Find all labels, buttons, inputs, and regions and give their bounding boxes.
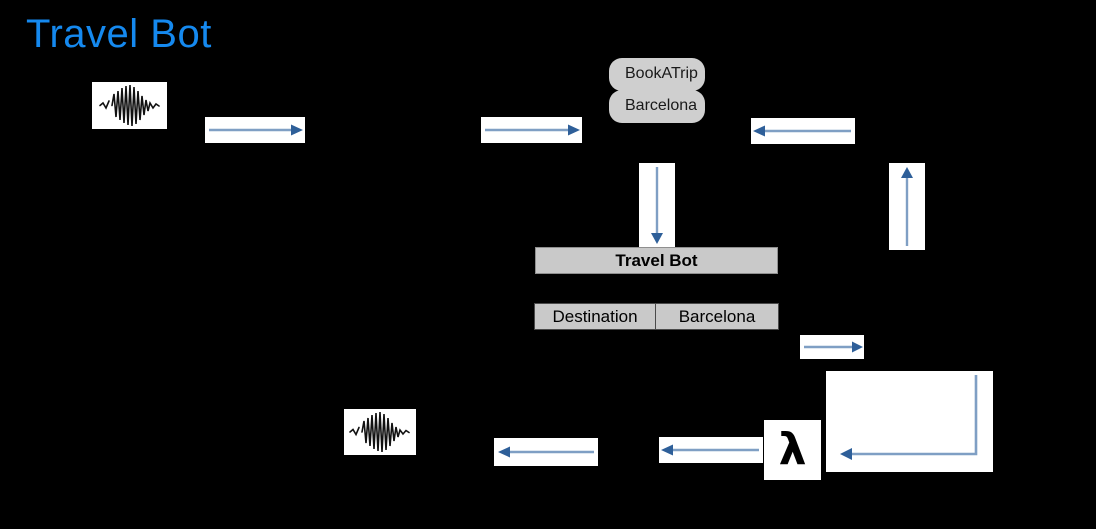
arrow-elbow-left-icon	[826, 371, 993, 472]
lambda-icon: λ	[764, 420, 821, 480]
bot-panel-table: Destination Barcelona	[534, 303, 779, 330]
diagram-canvas: Travel Bot BookATrip Barcelona Travel Bo…	[0, 0, 1096, 529]
arrow-down-icon	[639, 163, 675, 247]
arrow-left-icon-5	[659, 437, 763, 463]
arrow-right-icon-4	[800, 335, 864, 359]
arrow-right-icon-1	[205, 117, 305, 143]
arrow-right-icon-2	[481, 117, 582, 143]
table-cell-key-destination: Destination	[534, 303, 656, 330]
chat-message-barcelona[interactable]: Barcelona	[609, 90, 705, 123]
audio-waveform-icon-top	[92, 82, 167, 129]
arrow-left-icon-3	[751, 118, 855, 144]
bot-panel-header: Travel Bot	[535, 247, 778, 274]
table-cell-value-barcelona: Barcelona	[656, 303, 779, 330]
audio-waveform-icon-bottom	[344, 409, 416, 455]
chat-message-bookatrip[interactable]: BookATrip	[609, 58, 705, 91]
arrow-up-icon	[889, 163, 925, 250]
arrow-left-icon-6	[494, 438, 598, 466]
page-title: Travel Bot	[26, 12, 212, 56]
